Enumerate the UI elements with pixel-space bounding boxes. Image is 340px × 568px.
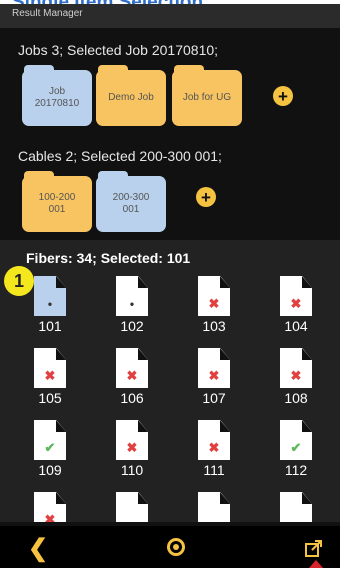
fiber-tile[interactable]: ✖ 104 [266, 276, 326, 346]
phone-screen: Result Manager Jobs 3; Selected Job 2017… [0, 4, 340, 568]
file-icon [116, 492, 148, 522]
fiber-number: 109 [38, 462, 62, 478]
cables-label: Cables 2; Selected 200-300 001; [18, 148, 222, 164]
pass-check-icon: ✔ [290, 440, 302, 455]
untested-dot-icon: • [129, 297, 135, 311]
fiber-number: 102 [120, 318, 144, 334]
cable-folder-200-300-001[interactable]: 200-300 001 [96, 171, 166, 232]
jobs-label: Jobs 3; Selected Job 20170810; [18, 42, 219, 58]
file-icon [280, 492, 312, 522]
fiber-number: 105 [38, 390, 62, 406]
fiber-tile[interactable] [102, 492, 162, 522]
job-folder-20170810[interactable]: Job 20170810 [22, 65, 92, 126]
chevron-left-icon[interactable]: ❮ [28, 534, 48, 563]
job-folder-label: Job 20170810 [34, 86, 80, 109]
fiber-tile[interactable]: ✖ 108 [266, 348, 326, 418]
bottom-nav-bar: ❮ [0, 526, 340, 568]
job-folder-label: Job for UG [182, 92, 232, 103]
fiber-number: 112 [284, 462, 308, 478]
cable-folder-100-200-001[interactable]: 100-200 001 [22, 171, 92, 232]
fail-x-icon: ✖ [126, 368, 138, 383]
fiber-tile[interactable]: • 102 [102, 276, 162, 346]
fail-x-icon: ✖ [126, 440, 138, 455]
callout-badge: 1 [4, 266, 34, 296]
fail-x-icon: ✖ [290, 368, 302, 383]
export-icon[interactable] [304, 538, 324, 558]
fiber-tile[interactable] [184, 492, 244, 522]
fiber-tile[interactable]: ✖ 105 [20, 348, 80, 418]
fiber-number: 110 [120, 462, 144, 478]
job-folder-demo-job[interactable]: Demo Job [96, 65, 166, 126]
fiber-tile[interactable]: ✖ 106 [102, 348, 162, 418]
fiber-number: 103 [202, 318, 226, 334]
fiber-number: 101 [38, 318, 62, 334]
cable-folder-label: 100-200 001 [38, 192, 76, 215]
circle-dot-icon[interactable] [167, 538, 185, 556]
job-folder-label: Demo Job [108, 92, 154, 103]
fail-x-icon: ✖ [208, 440, 220, 455]
file-icon [198, 492, 230, 522]
untested-dot-icon: • [47, 297, 53, 311]
fiber-number: 111 [203, 462, 225, 478]
fiber-tile[interactable]: ✔ 109 [20, 420, 80, 490]
add-cable-button[interactable]: + [196, 187, 216, 207]
red-arrow-indicator [309, 560, 323, 568]
cable-folder-label: 200-300 001 [112, 192, 150, 215]
fiber-tile[interactable]: ✖ 107 [184, 348, 244, 418]
fail-x-icon: ✖ [44, 512, 56, 522]
fibers-label: Fibers: 34; Selected: 101 [26, 250, 191, 266]
fiber-number: 106 [120, 390, 144, 406]
fiber-number: 107 [202, 390, 226, 406]
fail-x-icon: ✖ [290, 296, 302, 311]
app-title: Result Manager [12, 8, 83, 19]
fail-x-icon: ✖ [44, 368, 56, 383]
fiber-tile[interactable]: ✖ 110 [102, 420, 162, 490]
fiber-tile[interactable]: ✔ 112 [266, 420, 326, 490]
fail-x-icon: ✖ [208, 296, 220, 311]
job-folder-job-for-ug[interactable]: Job for UG [172, 65, 242, 126]
fiber-tile[interactable]: ✖ 111 [184, 420, 244, 490]
fiber-number: 108 [284, 390, 308, 406]
app-bar: Result Manager [0, 4, 340, 28]
fiber-tile[interactable] [266, 492, 326, 522]
pass-check-icon: ✔ [44, 440, 56, 455]
fiber-tile[interactable]: ✖ [20, 492, 80, 522]
add-job-button[interactable]: + [273, 86, 293, 106]
fiber-tile[interactable]: ✖ 103 [184, 276, 244, 346]
fail-x-icon: ✖ [208, 368, 220, 383]
fiber-number: 104 [284, 318, 308, 334]
fibers-panel: Fibers: 34; Selected: 101 • 101 • 102 ✖ 103 ✖ 1… [0, 240, 340, 522]
